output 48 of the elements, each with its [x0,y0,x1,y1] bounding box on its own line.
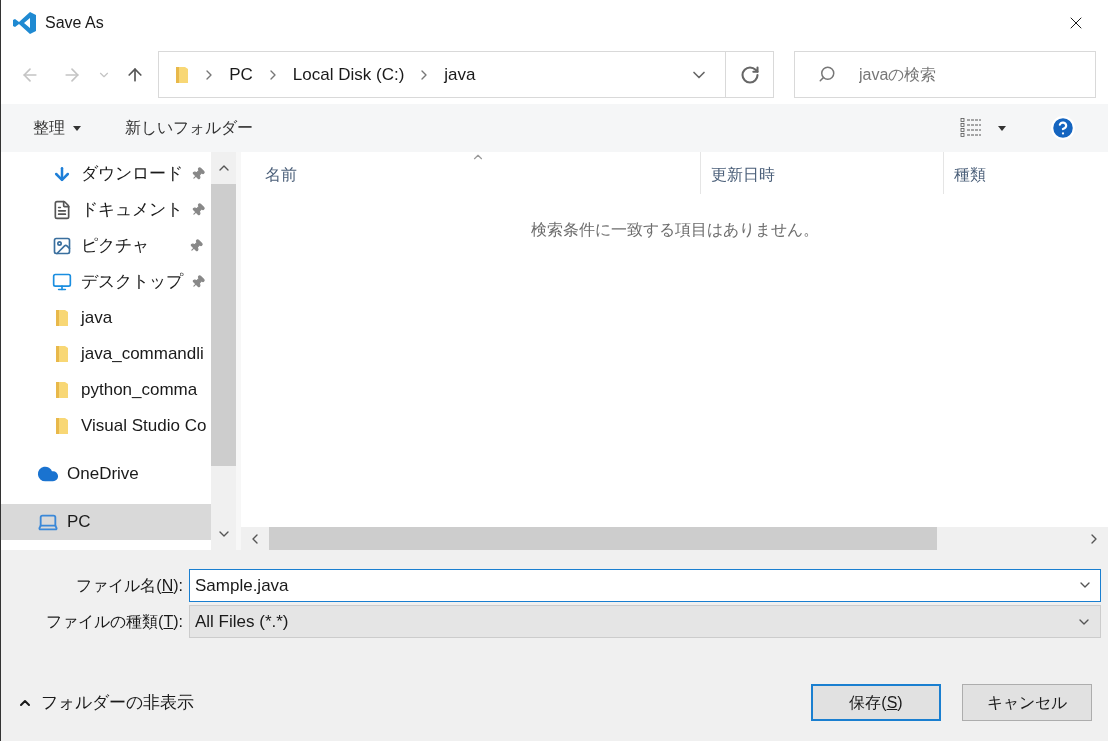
desktop-icon [52,272,72,292]
scrollbar-thumb[interactable] [211,184,236,466]
sidebar-item[interactable]: ドキュメント [1,192,211,228]
horizontal-scrollbar[interactable] [241,527,1108,550]
window-title: Save As [45,12,104,33]
sidebar-item[interactable]: OneDrive [1,456,211,492]
column-header[interactable]: 種類 [944,152,1108,194]
sidebar-item[interactable]: java_commandli [1,336,211,372]
search-icon [818,65,837,83]
search-field[interactable]: javaの検索 [794,51,1096,98]
scrollbar-thumb[interactable] [269,527,937,550]
app-logo-icon [13,10,37,35]
file-type-dropdown[interactable]: All Files (*.*) [189,605,1101,638]
breadcrumb-item[interactable]: Local Disk (C:) [292,61,405,88]
picture-icon [52,236,72,256]
folder-icon [55,344,69,364]
sidebar-item[interactable]: ダウンロード [1,156,211,192]
file-name-label: ファイル名(N): [76,576,183,594]
view-options-icon[interactable] [960,118,982,138]
folder-icon [55,416,69,436]
sidebar-item[interactable]: PC [1,504,211,540]
new-folder-button[interactable]: 新しいフォルダー [125,116,253,140]
folder-icon [175,64,190,85]
cancel-button[interactable]: キャンセル [962,684,1092,721]
vertical-scrollbar[interactable] [211,152,236,550]
document-icon [52,200,72,220]
folder-icon [55,308,69,328]
view-dropdown-icon[interactable] [998,125,1006,131]
hide-folders-button[interactable]: フォルダーの非表示 [17,689,194,716]
column-header[interactable]: 名前 [241,152,701,194]
sidebar-item[interactable]: デスクトップ [1,264,211,300]
sidebar-item[interactable]: ピクチャ [1,228,211,264]
breadcrumb-item[interactable]: java [444,61,476,88]
sidebar-item[interactable]: Visual Studio Co [1,408,211,444]
save-button[interactable]: 保存(S) [811,684,941,721]
help-icon[interactable] [1050,115,1076,141]
file-name-field[interactable]: Sample.java [189,569,1101,602]
column-header[interactable]: 更新日時 [701,152,944,194]
breadcrumb-item[interactable]: PC [229,61,253,88]
download-arrow-icon [52,164,72,184]
folder-icon [55,380,69,400]
organize-menu-button[interactable]: 整理 [33,116,81,140]
sidebar-item[interactable]: python_comma [1,372,211,408]
address-bar[interactable]: PC Local Disk (C:) java [158,51,775,98]
file-type-label: ファイルの種類(T): [46,612,183,630]
refresh-icon [739,64,760,85]
sidebar-item[interactable]: java [1,300,211,336]
empty-list-message: 検索条件に一致する項目はありません。 [530,220,819,240]
